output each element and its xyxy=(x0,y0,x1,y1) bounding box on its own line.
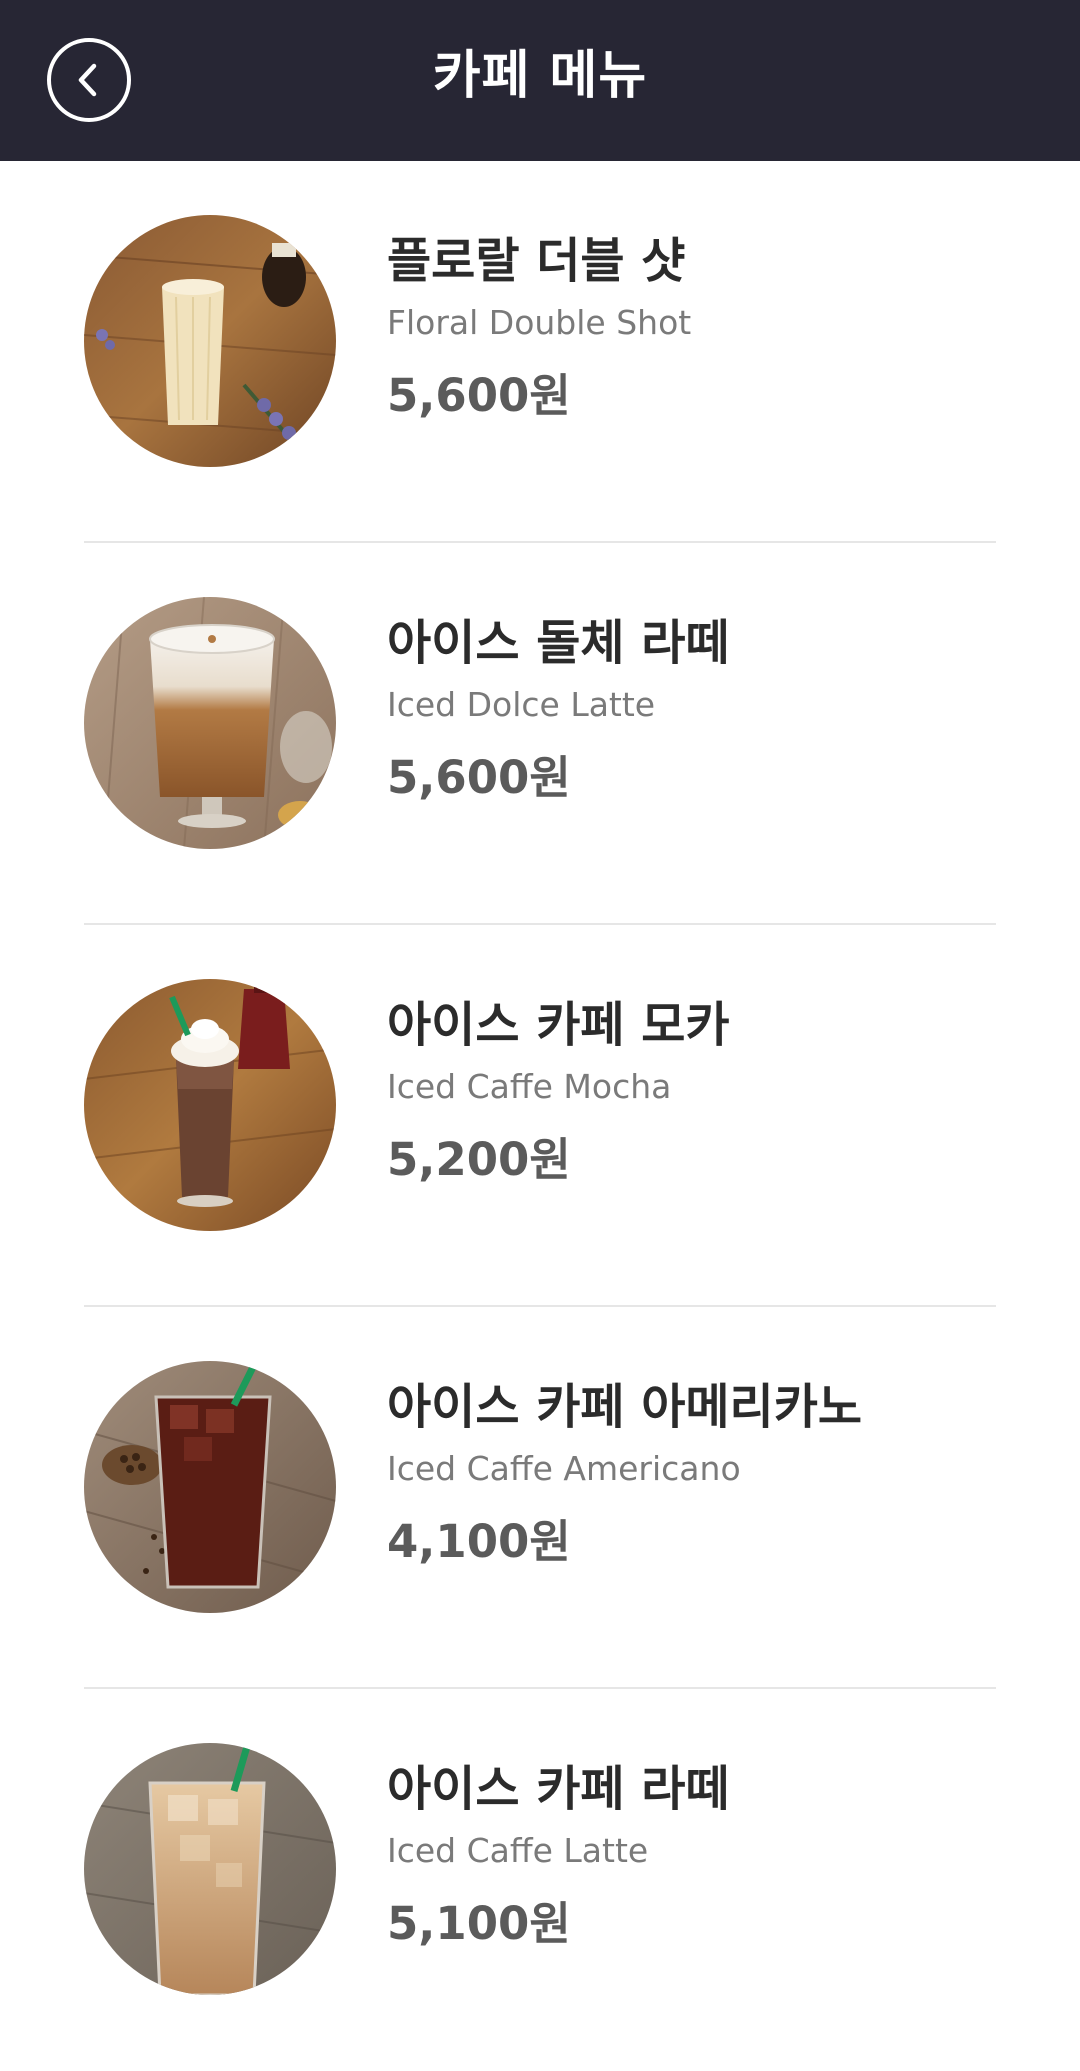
iced-caffe-americano-photo xyxy=(84,1361,336,1613)
app-header: 카페 메뉴 xyxy=(0,0,1080,161)
menu-item[interactable]: 아이스 돌체 라떼 Iced Dolce Latte 5,600원 xyxy=(0,543,1080,925)
menu-item-name: 플로랄 더블 샷 xyxy=(387,233,686,289)
iced-caffe-mocha-photo xyxy=(84,979,336,1231)
page-title: 카페 메뉴 xyxy=(432,46,648,106)
menu-item-text: 아이스 카페 아메리카노 Iced Caffe Americano 4,100원 xyxy=(387,1377,862,1569)
menu-item-text: 플로랄 더블 샷 Floral Double Shot 5,600원 xyxy=(387,231,691,423)
menu-item-name: 아이스 돌체 라떼 xyxy=(387,615,730,671)
menu-item-name-english: Iced Dolce Latte xyxy=(387,685,656,724)
menu-item-text: 아이스 카페 라떼 Iced Caffe Latte 5,100원 xyxy=(387,1759,730,1951)
menu-item[interactable]: 아이스 카페 라떼 Iced Caffe Latte 5,100원 xyxy=(0,1689,1080,2071)
menu-item-name: 아이스 카페 라떼 xyxy=(387,1761,730,1817)
floral-double-shot-photo xyxy=(84,215,336,467)
menu-item-name-english: Iced Caffe Americano xyxy=(387,1449,741,1488)
menu-item-name-english: Floral Double Shot xyxy=(387,303,692,342)
menu-item-name: 아이스 카페 아메리카노 xyxy=(387,1379,863,1435)
menu-item-price: 5,200원 xyxy=(387,1133,571,1186)
menu-item-price: 4,100원 xyxy=(387,1515,571,1568)
menu-item-name-english: Iced Caffe Mocha xyxy=(387,1067,672,1106)
menu-item-text: 아이스 돌체 라떼 Iced Dolce Latte 5,600원 xyxy=(387,613,730,805)
menu-item-price: 5,600원 xyxy=(387,369,571,422)
menu-item-name: 아이스 카페 모카 xyxy=(387,997,730,1053)
menu-item[interactable]: 아이스 카페 아메리카노 Iced Caffe Americano 4,100원 xyxy=(0,1307,1080,1689)
menu-item-price: 5,600원 xyxy=(387,751,571,804)
iced-dolce-latte-photo xyxy=(84,597,336,849)
menu-item-name-english: Iced Caffe Latte xyxy=(387,1831,649,1870)
menu-list: 플로랄 더블 샷 Floral Double Shot 5,600원 아이스 돌… xyxy=(0,161,1080,2071)
iced-caffe-latte-photo xyxy=(84,1743,336,1995)
menu-item-price: 5,100원 xyxy=(387,1897,571,1950)
menu-item[interactable]: 아이스 카페 모카 Iced Caffe Mocha 5,200원 xyxy=(0,925,1080,1307)
menu-item-text: 아이스 카페 모카 Iced Caffe Mocha 5,200원 xyxy=(387,995,730,1187)
menu-item[interactable]: 플로랄 더블 샷 Floral Double Shot 5,600원 xyxy=(0,161,1080,543)
